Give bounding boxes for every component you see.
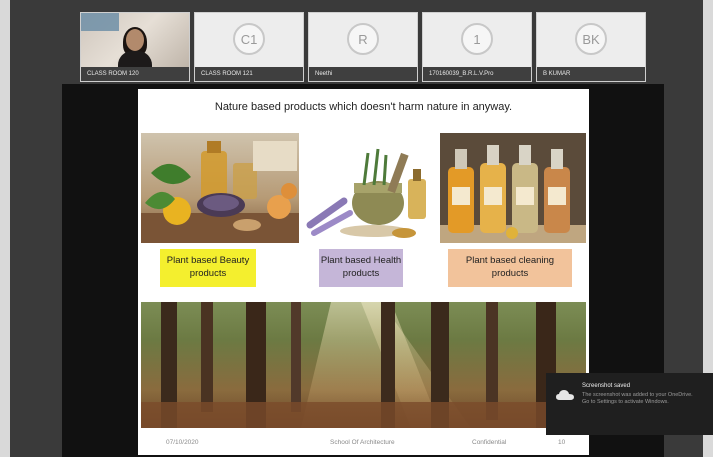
health-products-image [304,133,436,243]
video-background-accent [81,13,119,31]
participant-avatar: BK [575,23,607,55]
toast-message: The screenshot was added to your OneDriv… [582,392,693,406]
cleaning-products-label: Plant based cleaning products [448,249,572,287]
footer-organization: School Of Architecture [330,439,395,446]
slide-footer: 07/10/2020 School Of Architecture Confid… [138,435,589,453]
participant-tile-video[interactable]: CLASS ROOM 120 [80,12,190,82]
participant-name: CLASS ROOM 121 [195,67,303,81]
screenshot-toast[interactable]: Screenshot saved The screenshot was adde… [546,373,713,435]
participant-strip: CLASS ROOM 120 C1 CLASS ROOM 121 R Neeth… [80,12,648,82]
left-border [0,0,10,457]
forest-image [141,302,586,428]
participant-name: CLASS ROOM 120 [81,67,189,81]
participant-tile[interactable]: BK B KUMAR [536,12,646,82]
participant-video-person [118,27,152,73]
participant-tile[interactable]: 1 170160039_B.R.L.V.Pro [422,12,532,82]
footer-date: 07/10/2020 [166,439,199,446]
participant-name: Neethi [309,67,417,81]
participant-tile[interactable]: R Neethi [308,12,418,82]
participant-avatar: 1 [461,23,493,55]
toast-title: Screenshot saved [582,383,631,389]
participant-avatar: C1 [233,23,265,55]
footer-page-number: 10 [558,439,566,446]
footer-confidential: Confidential [472,439,507,446]
participant-tile[interactable]: C1 CLASS ROOM 121 [194,12,304,82]
slide-title: Nature based products which doesn't harm… [214,101,513,113]
participant-name: B KUMAR [537,67,645,81]
cloud-icon [556,390,574,400]
presentation-slide: Nature based products which doesn't harm… [138,89,589,455]
health-products-label: Plant based Health products [319,249,403,287]
participant-name: 170160039_B.R.L.V.Pro [423,67,531,81]
participant-avatar: R [347,23,379,55]
beauty-products-label: Plant based Beauty products [160,249,256,287]
cleaning-products-image [440,133,586,243]
beauty-products-image [141,133,299,243]
